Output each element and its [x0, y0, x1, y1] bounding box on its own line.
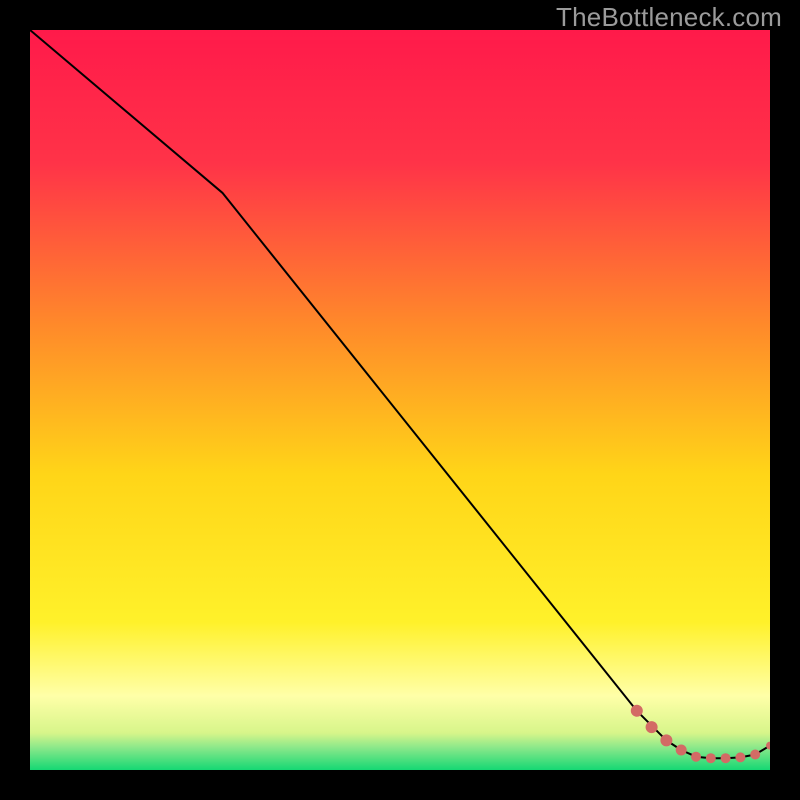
chart-frame: TheBottleneck.com [0, 0, 800, 800]
data-point [660, 734, 672, 746]
bottleneck-chart [30, 30, 770, 770]
data-point [646, 721, 658, 733]
data-point [706, 753, 716, 763]
data-point [631, 705, 643, 717]
data-point [676, 745, 687, 756]
watermark-text: TheBottleneck.com [556, 2, 782, 33]
data-point [721, 753, 731, 763]
gradient-background [30, 30, 770, 770]
data-point [691, 752, 701, 762]
data-point [750, 750, 760, 760]
data-point [735, 752, 745, 762]
